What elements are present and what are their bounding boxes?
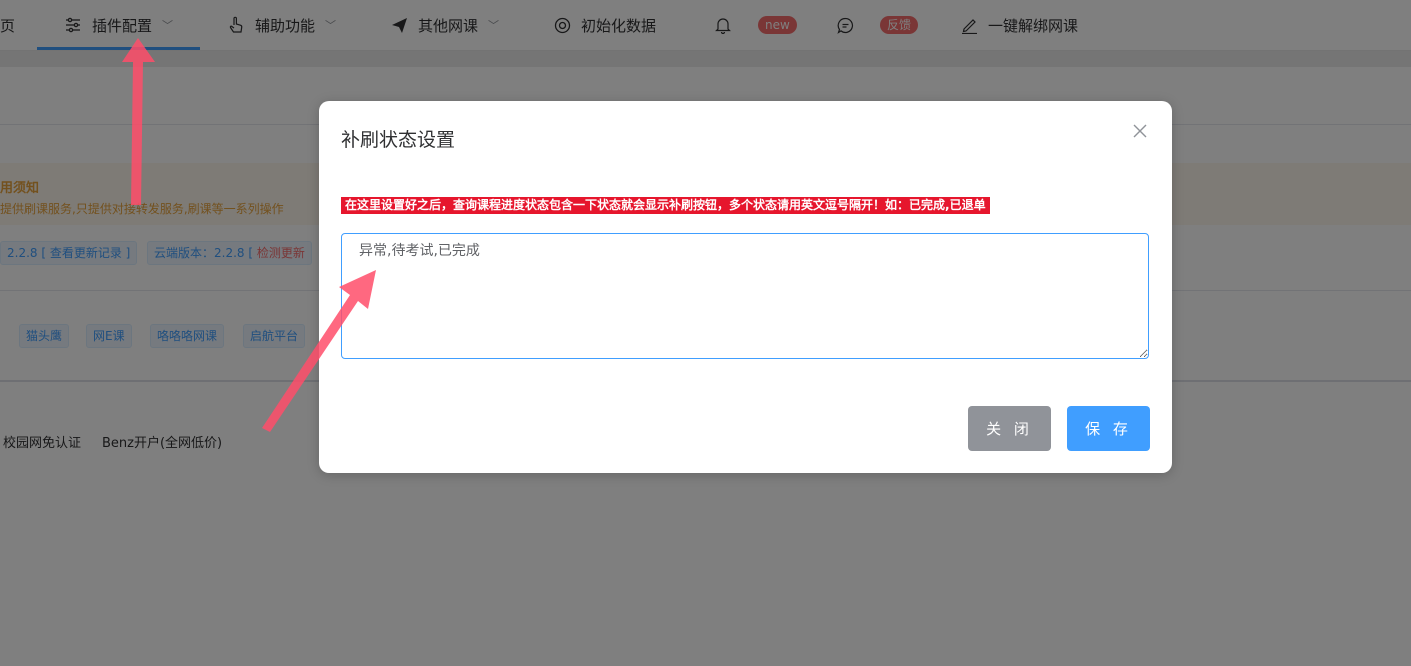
close-icon[interactable]: [1130, 123, 1150, 143]
status-textarea[interactable]: 异常,待考试,已完成: [341, 233, 1149, 359]
save-button[interactable]: 保 存: [1067, 406, 1150, 451]
dialog-title: 补刷状态设置: [341, 129, 456, 151]
status-settings-dialog: 补刷状态设置 在这里设置好之后，查询课程进度状态包含一下状态就会显示补刷按钮，多…: [319, 101, 1172, 473]
settings-hint: 在这里设置好之后，查询课程进度状态包含一下状态就会显示补刷按钮，多个状态请用英文…: [341, 197, 990, 214]
close-button[interactable]: 关 闭: [968, 406, 1051, 451]
